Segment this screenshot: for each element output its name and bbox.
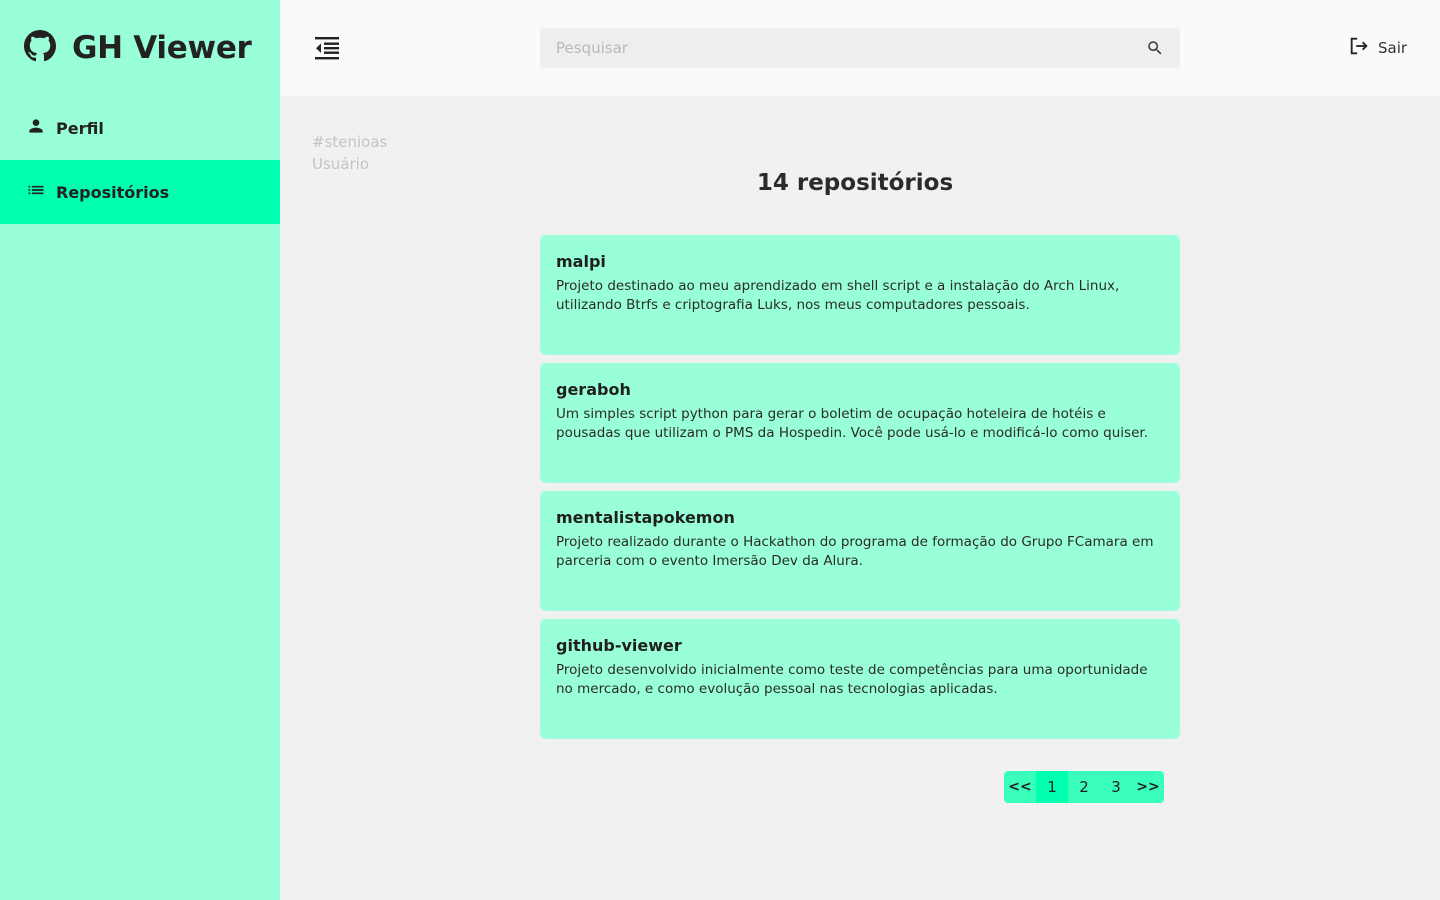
repo-card[interactable]: geraboh Um simples script python para ge… [540, 363, 1180, 483]
app-root: GH Viewer Perfil Repositórios Pesquisar … [0, 0, 1440, 900]
repo-name: geraboh [556, 380, 631, 399]
sidebar-nav: Perfil Repositórios [0, 96, 280, 224]
first-page-button[interactable]: << [1004, 771, 1036, 803]
sidebar-item-repositorios[interactable]: Repositórios [0, 160, 280, 224]
top-header: Sair [280, 0, 1440, 96]
logout-label: Sair [1378, 39, 1408, 57]
repo-count-heading: 14 repositórios [756, 170, 954, 196]
sidebar-item-label: Perfil [56, 118, 104, 138]
brand[interactable]: GH Viewer [24, 30, 252, 66]
page-button-1[interactable]: 1 [1036, 771, 1068, 803]
repo-description: Projeto realizado durante o Hackathon do… [556, 534, 1154, 569]
page-button-2[interactable]: 2 [1068, 771, 1100, 803]
sidebar-item-label: Repositórios [56, 182, 170, 202]
sidebar-item-perfil[interactable]: Perfil [0, 96, 280, 160]
page-button-3[interactable]: 3 [1100, 771, 1132, 803]
sidebar: GH Viewer Perfil Repositórios [0, 0, 280, 900]
repo-card[interactable]: mentalistapokemon Projeto realizado dura… [540, 491, 1180, 611]
repo-card[interactable]: malpi Projeto destinado ao meu aprendiza… [540, 235, 1180, 355]
search-icon[interactable] [1146, 39, 1164, 57]
menu-collapse-icon[interactable] [314, 35, 340, 61]
repo-description: Um simples script python para gerar o bo… [556, 406, 1148, 441]
list-icon [26, 180, 46, 204]
repo-description: Projeto desenvolvido inicialmente como t… [556, 662, 1148, 697]
person-icon [26, 116, 46, 140]
user-info: #stenioas Usuário [312, 131, 387, 175]
user-handle: #stenioas [312, 133, 388, 151]
search-bar [540, 28, 1180, 68]
repo-list: malpi Projeto destinado ao meu aprendiza… [540, 235, 1180, 747]
logout-icon [1348, 35, 1370, 61]
github-logo-icon [24, 30, 56, 66]
app-title: GH Viewer [72, 30, 252, 66]
search-input[interactable] [540, 28, 1130, 68]
last-page-button[interactable]: >> [1132, 771, 1164, 803]
repo-card[interactable]: github-viewer Projeto desenvolvido inici… [540, 619, 1180, 739]
repo-name: mentalistapokemon [556, 508, 735, 527]
repo-name: github-viewer [556, 636, 682, 655]
pagination: << 1 2 3 >> [1004, 771, 1164, 803]
repo-name: malpi [556, 252, 606, 271]
logout-button[interactable]: Sair [1348, 36, 1407, 60]
repo-description: Projeto destinado ao meu aprendizado em … [556, 278, 1120, 313]
user-role: Usuário [312, 155, 370, 173]
